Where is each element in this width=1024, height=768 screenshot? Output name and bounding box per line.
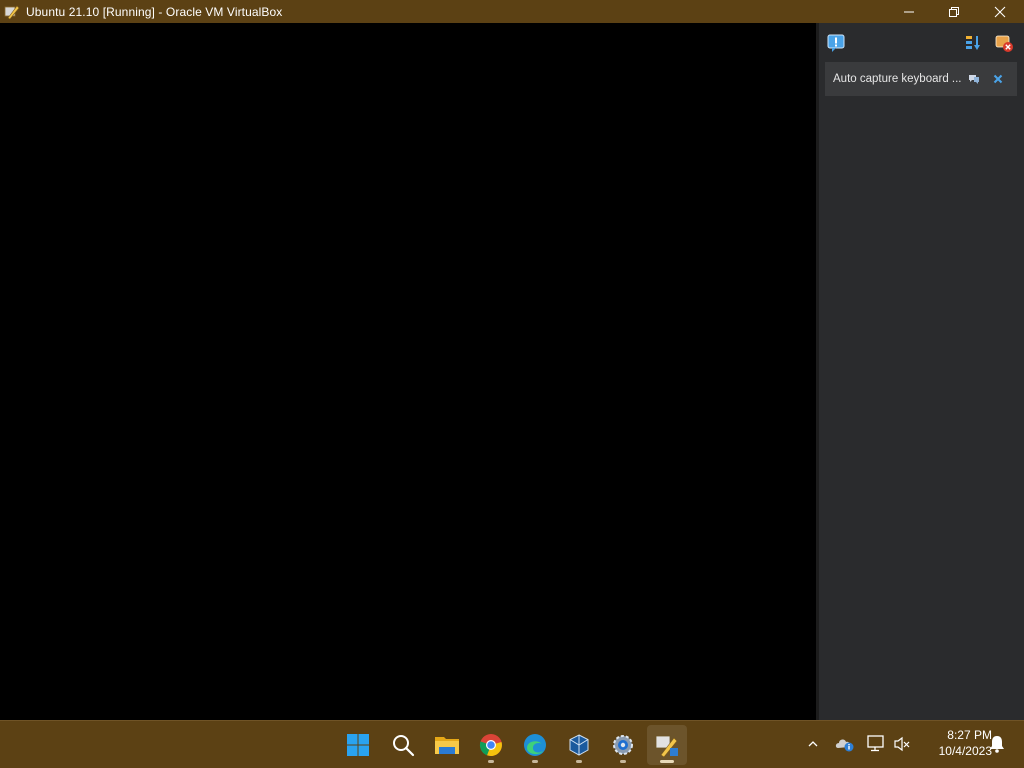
virtualbox-running-indicator [559, 725, 599, 765]
speech-bubble-icon [969, 75, 979, 84]
ubuntu-vm-button[interactable] [647, 725, 687, 765]
minimize-icon [904, 11, 914, 12]
windows-start-icon [347, 734, 369, 756]
minimize-button[interactable] [886, 0, 932, 23]
clock-date: 10/4/2023 [938, 744, 992, 758]
network-tray-button[interactable] [866, 733, 888, 755]
settings-running-indicator [603, 725, 643, 765]
clock-time: 8:27 PM [947, 728, 992, 742]
chevron-up-icon [808, 741, 818, 747]
cloud-info-icon [835, 739, 854, 752]
network-icon [867, 735, 884, 752]
windows-taskbar: 8:27 PM 10/4/2023 [0, 720, 1024, 768]
volume-muted-icon [894, 736, 910, 752]
close-icon [993, 74, 1003, 84]
notification-bubble-icon [827, 34, 845, 52]
show-hidden-icons-button[interactable] [802, 733, 824, 755]
bell-icon [990, 736, 1004, 753]
restore-button[interactable] [931, 0, 977, 23]
notification-toolbar [819, 23, 1024, 59]
window-title: Ubuntu 21.10 [Running] - Oracle VM Virtu… [26, 4, 283, 19]
clear-notifications-icon [995, 35, 1013, 52]
notification-item[interactable]: Auto capture keyboard ... [825, 62, 1017, 96]
chrome-running-indicator [471, 725, 511, 765]
restore-icon [949, 6, 959, 17]
notification-center-button[interactable] [825, 32, 847, 54]
edge-running-indicator [515, 725, 555, 765]
search-icon [393, 735, 415, 757]
volume-tray-button[interactable] [891, 733, 913, 755]
notifications-tray-button[interactable] [986, 733, 1008, 755]
sort-icon [966, 36, 980, 50]
close-button[interactable] [977, 0, 1023, 23]
notification-message: Auto capture keyboard ... [833, 73, 961, 85]
vm-display[interactable] [0, 23, 816, 720]
file-explorer-button[interactable] [427, 725, 467, 765]
start-button[interactable] [338, 725, 378, 765]
notification-help-button[interactable] [967, 72, 981, 86]
search-button[interactable] [383, 725, 423, 765]
clear-all-notifications-button[interactable] [993, 32, 1015, 54]
sort-notifications-button[interactable] [962, 32, 984, 54]
window-titlebar[interactable]: Ubuntu 21.10 [Running] - Oracle VM Virtu… [0, 0, 1024, 23]
taskbar-clock[interactable]: 8:27 PM 10/4/2023 [918, 727, 992, 759]
onedrive-tray-button[interactable] [834, 733, 856, 755]
notification-close-button[interactable] [991, 72, 1005, 86]
vm-running-icon [655, 735, 678, 758]
folder-icon [435, 737, 459, 754]
close-icon [994, 6, 1006, 17]
virtualbox-vm-icon [4, 4, 20, 20]
notification-center-panel: Auto capture keyboard ... [816, 23, 1024, 720]
